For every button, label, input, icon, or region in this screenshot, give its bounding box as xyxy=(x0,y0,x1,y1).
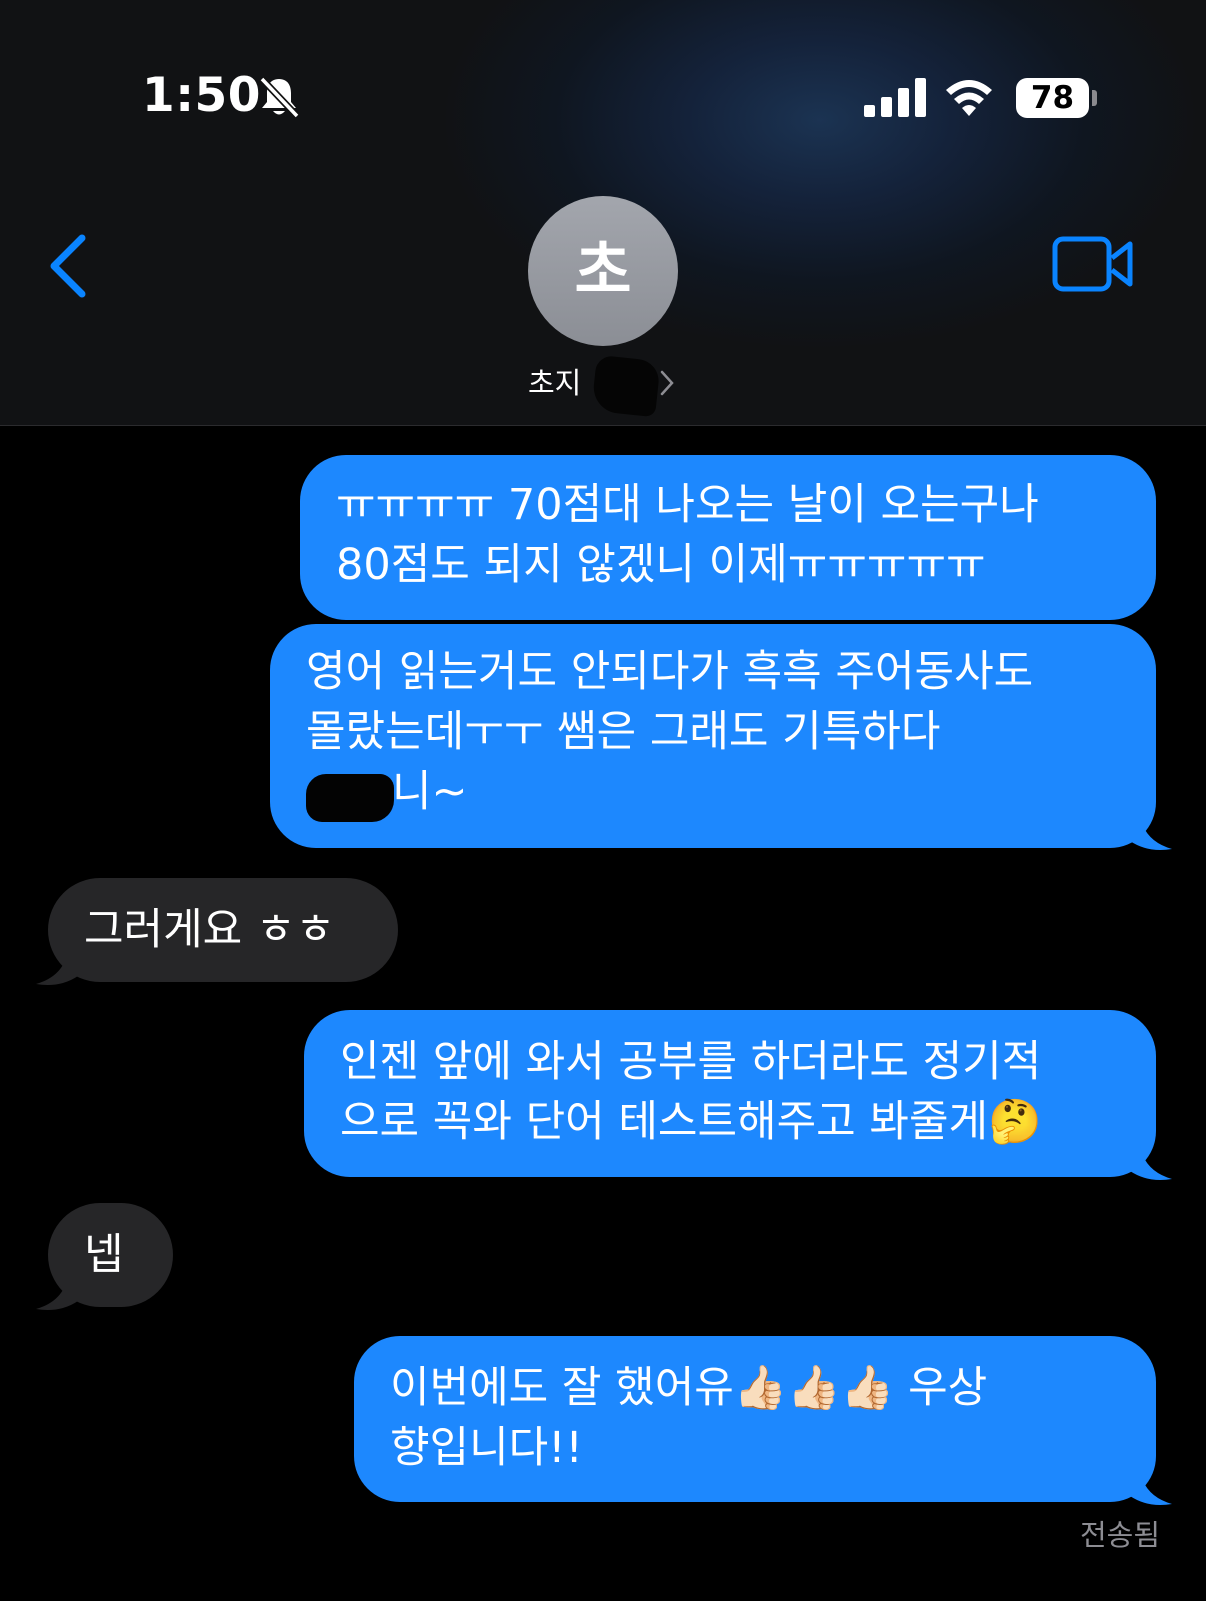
bubble-tail xyxy=(36,1275,78,1310)
message-bubble-outgoing[interactable]: ㅠㅠㅠㅠ 70점대 나오는 날이 오는구나 80점도 되지 않겠니 이제ㅠㅠㅠㅠ… xyxy=(300,455,1156,620)
wifi-icon xyxy=(946,80,992,116)
cellular-signal-icon xyxy=(864,78,926,117)
message-bubble-incoming[interactable]: 그러게요 ㅎㅎ xyxy=(48,878,398,982)
video-camera-icon[interactable] xyxy=(1052,236,1134,292)
redaction-mark xyxy=(306,774,394,822)
battery-cap xyxy=(1092,90,1097,106)
message-bubble-outgoing[interactable]: 인젠 앞에 와서 공부를 하더라도 정기적 으로 꼭와 단어 테스트해주고 봐줄… xyxy=(304,1010,1156,1177)
message-line: 영어 읽는거도 안되다가 흑흑 주어동사도 xyxy=(306,647,1034,697)
bubble-tail xyxy=(1130,1145,1172,1180)
message-line: 인젠 앞에 와서 공부를 하더라도 정기적 xyxy=(340,1037,1042,1087)
bubble-tail xyxy=(1130,1470,1172,1505)
message-line: 이번에도 잘 했어유👍🏻👍🏻👍🏻 우상 xyxy=(390,1363,988,1413)
message-line: 으로 꼭와 단어 테스트해주고 봐줄게🤔 xyxy=(340,1097,1042,1147)
message-line: 80점도 되지 않겠니 이제ㅠㅠㅠㅠㅠ xyxy=(336,540,986,590)
message-bubble-outgoing[interactable]: 영어 읽는거도 안되다가 흑흑 주어동사도 몰랐는데ㅜㅜ 쌤은 그래도 기특하다… xyxy=(270,624,1156,848)
redaction-mark xyxy=(591,354,661,418)
conversation-header: 1:50 78 초 초지 xyxy=(0,0,1206,426)
chevron-left-icon[interactable] xyxy=(46,232,92,300)
message-line: 향입니다!! xyxy=(390,1423,583,1473)
avatar[interactable]: 초 xyxy=(528,196,678,346)
battery-level: 78 xyxy=(1016,78,1089,118)
message-line: 몰랐는데ㅜㅜ 쌤은 그래도 기특하다 xyxy=(306,707,941,757)
message-line: 니~ xyxy=(392,767,468,817)
delivery-status: 전송됨 xyxy=(1079,1518,1160,1552)
message-line: 그러게요 ㅎㅎ xyxy=(84,905,336,955)
message-bubble-outgoing[interactable]: 이번에도 잘 했어유👍🏻👍🏻👍🏻 우상 향입니다!! xyxy=(354,1336,1156,1502)
chevron-right-icon[interactable] xyxy=(660,370,674,396)
message-line: ㅠㅠㅠㅠ 70점대 나오는 날이 오는구나 xyxy=(336,480,1039,530)
bubble-tail xyxy=(36,950,78,985)
contact-name[interactable]: 초지 xyxy=(528,360,581,402)
message-line: 넵 xyxy=(84,1230,124,1280)
bubble-tail xyxy=(1130,815,1172,850)
status-time: 1:50 xyxy=(142,68,261,123)
bell-slash-icon xyxy=(259,76,300,119)
